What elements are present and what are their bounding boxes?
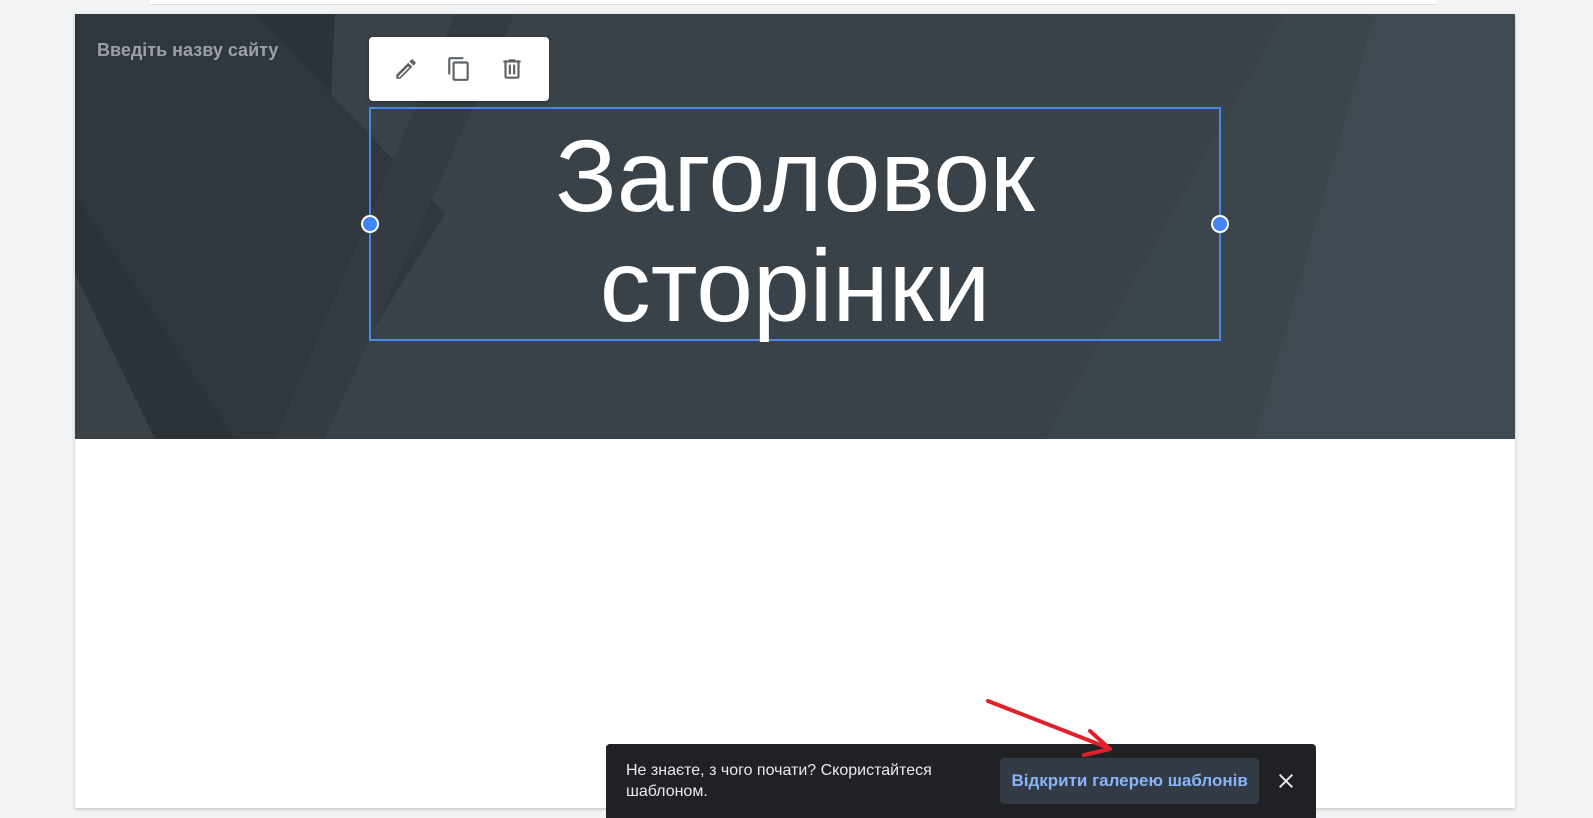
- page-title-line-2: сторінки: [599, 229, 991, 343]
- duplicate-button[interactable]: [439, 49, 479, 89]
- site-canvas: Введіть назву сайту Заголовок сторінки: [75, 14, 1515, 808]
- close-icon: [1279, 774, 1294, 788]
- copy-icon: [448, 57, 469, 81]
- trash-icon: [503, 59, 521, 79]
- page-title-line-1: Заголовок: [555, 119, 1035, 233]
- snackbar-message: Не знаєте, з чого почати? Скористайтеся …: [626, 762, 932, 800]
- edit-button[interactable]: [386, 49, 426, 89]
- open-template-gallery-button[interactable]: Відкрити галерею шаблонів: [1000, 758, 1259, 804]
- top-bar-strip: [150, 0, 1436, 5]
- resize-handle-left[interactable]: [361, 215, 379, 233]
- header-banner[interactable]: Введіть назву сайту Заголовок сторінки: [75, 14, 1515, 439]
- pencil-icon: [395, 59, 416, 79]
- element-toolbar: [369, 37, 549, 101]
- title-selection-box[interactable]: Заголовок сторінки: [361, 107, 1229, 341]
- page-title[interactable]: Заголовок сторінки: [371, 121, 1219, 341]
- resize-handle-right[interactable]: [1211, 215, 1229, 233]
- snackbar-close-button[interactable]: [1271, 765, 1302, 797]
- template-snackbar: Не знаєте, з чого почати? Скористайтеся …: [606, 744, 1316, 818]
- site-name-field[interactable]: Введіть назву сайту: [97, 40, 278, 61]
- delete-button[interactable]: [492, 49, 532, 89]
